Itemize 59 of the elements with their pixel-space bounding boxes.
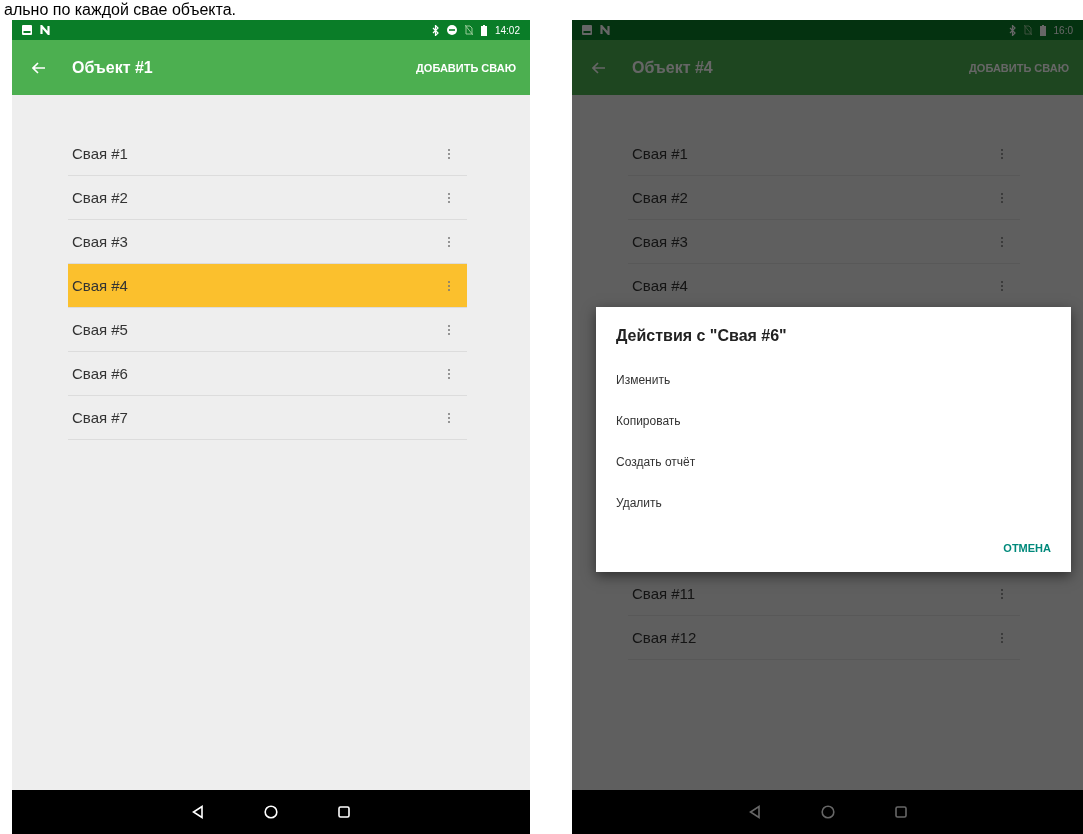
dialog-menu-item[interactable]: Создать отчёт	[616, 441, 696, 482]
row-label: Свая #3	[632, 233, 688, 250]
more-icon[interactable]	[447, 147, 451, 160]
list-row[interactable]: Свая #7	[68, 396, 467, 440]
more-icon[interactable]	[447, 235, 451, 248]
row-label: Свая #11	[632, 585, 696, 602]
screen-title: Объект #4	[632, 58, 713, 77]
n-notification-icon	[40, 25, 50, 35]
back-button[interactable]	[32, 61, 46, 74]
screen-title: Объект #1	[72, 58, 153, 77]
image-notification-icon	[22, 25, 32, 35]
row-label: Свая #3	[72, 233, 128, 250]
more-icon[interactable]	[1000, 279, 1004, 292]
dialog-menu-item[interactable]: Удалить	[616, 482, 662, 523]
more-icon[interactable]	[1000, 587, 1004, 600]
home-nav-button[interactable]	[264, 805, 278, 819]
more-icon[interactable]	[447, 367, 451, 380]
row-label: Свая #4	[72, 277, 128, 294]
no-sim-icon	[464, 25, 473, 35]
row-label: Свая #2	[632, 189, 688, 206]
row-label: Свая #7	[72, 409, 128, 426]
more-icon[interactable]	[447, 279, 451, 292]
more-icon[interactable]	[447, 411, 451, 424]
do-not-disturb-icon	[446, 25, 457, 35]
back-nav-button[interactable]	[192, 805, 204, 819]
no-sim-icon	[1023, 25, 1032, 35]
battery-icon	[1039, 24, 1046, 36]
list-row[interactable]: Свая #1	[68, 132, 467, 176]
list-row[interactable]: Свая #5	[68, 308, 467, 352]
more-icon[interactable]	[1000, 631, 1004, 644]
image-notification-icon	[582, 25, 592, 35]
bluetooth-icon	[1008, 24, 1016, 36]
row-label: Свая #1	[632, 145, 688, 162]
status-time: 14:02	[494, 24, 520, 36]
row-label: Свая #2	[72, 189, 128, 206]
n-notification-icon	[600, 25, 610, 35]
more-icon[interactable]	[447, 323, 451, 336]
recents-nav-button[interactable]	[338, 806, 350, 818]
caption-text: ально по каждой свае объекта.	[3, 0, 237, 20]
battery-icon	[480, 24, 487, 36]
back-button[interactable]	[592, 61, 606, 74]
list-row[interactable]: Свая #2	[68, 176, 467, 220]
dialog-title: Действия с "Свая #6"	[616, 327, 788, 345]
more-icon[interactable]	[1000, 191, 1004, 204]
row-label: Свая #5	[72, 321, 128, 338]
row-label: Свая #1	[72, 145, 128, 162]
row-label: Свая #4	[632, 277, 688, 294]
cancel-button[interactable]: ОТМЕНА	[1003, 538, 1051, 558]
dialog-menu-item[interactable]: Изменить	[616, 359, 671, 400]
dialog-menu-item[interactable]: Копировать	[616, 400, 681, 441]
row-label: Свая #6	[72, 365, 128, 382]
more-icon[interactable]	[447, 191, 451, 204]
row-label: Свая #12	[632, 629, 697, 646]
list-row[interactable]: Свая #6	[68, 352, 467, 396]
status-time: 16:0	[1053, 24, 1073, 36]
more-icon[interactable]	[1000, 235, 1004, 248]
bluetooth-icon	[431, 24, 439, 36]
list-row[interactable]: Свая #4	[68, 264, 467, 308]
more-icon[interactable]	[1000, 147, 1004, 160]
